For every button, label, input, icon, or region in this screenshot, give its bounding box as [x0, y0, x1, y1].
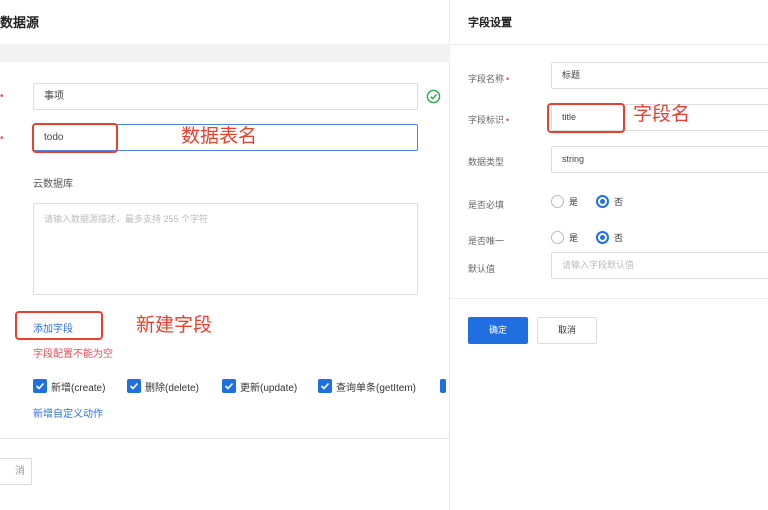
radio-yes-label: 是 — [569, 233, 579, 243]
unique-radio-group: 是 否 — [551, 231, 641, 244]
annotation-table-name: 数据表名 — [181, 126, 258, 147]
action-checkbox-create[interactable]: 新增(create) — [33, 378, 105, 394]
field-id-label: 字段标识 • — [468, 115, 510, 125]
action-checkbox-delete[interactable]: 删除(delete) — [127, 378, 199, 394]
checkbox-label: 更新(update) — [240, 382, 298, 394]
unique-label: 是否唯一 — [468, 236, 505, 246]
data-type-select[interactable]: string — [551, 146, 768, 173]
radio-no[interactable] — [596, 195, 610, 208]
annotation-field-name: 字段名 — [633, 104, 691, 125]
radio-yes[interactable] — [551, 195, 564, 208]
field-name-input[interactable]: 标题 — [551, 62, 768, 89]
checkbox-label: 新增(create) — [51, 382, 106, 394]
datasource-name-input[interactable]: 事项 — [33, 83, 418, 110]
required-star: • — [0, 91, 4, 102]
divider — [450, 298, 768, 299]
checkbox-checked-icon — [440, 379, 446, 393]
radio-no-label: 否 — [614, 233, 624, 243]
checkbox-checked-icon — [318, 379, 332, 393]
checkbox-checked-icon — [33, 379, 47, 393]
checkbox-label: 查询单条(getItem) — [336, 382, 417, 394]
annotation-new-field: 新建字段 — [136, 315, 213, 336]
checkbox-label: 删除(delete) — [145, 382, 199, 394]
required-radio-group: 是 否 — [551, 195, 641, 208]
default-value-label: 默认值 — [468, 264, 496, 274]
radio-yes[interactable] — [551, 231, 564, 244]
checkbox-checked-icon — [222, 379, 236, 393]
default-value-input[interactable]: 请输入字段默认值 — [551, 252, 768, 279]
divider — [450, 44, 768, 45]
description-placeholder: 请输入数据源描述，最多支持 255 个字符 — [44, 214, 209, 224]
field-error-message: 字段配置不能为空 — [33, 349, 113, 360]
check-circle-icon — [426, 89, 441, 104]
divider — [0, 438, 450, 439]
database-type-value: 云数据库 — [33, 179, 73, 190]
add-custom-action-link[interactable]: 新增自定义动作 — [33, 405, 103, 420]
field-name-label: 字段名称 • — [468, 74, 510, 84]
cancel-button[interactable]: 消 — [0, 458, 32, 485]
cancel-button[interactable]: 取消 — [537, 317, 597, 344]
panel-title: 字段设置 — [468, 17, 512, 29]
radio-yes-label: 是 — [569, 197, 579, 207]
required-label: 是否必填 — [468, 200, 505, 210]
action-checkbox-update[interactable]: 更新(update) — [222, 378, 297, 394]
data-type-label: 数据类型 — [468, 157, 505, 167]
description-textarea[interactable]: 请输入数据源描述，最多支持 255 个字符 — [33, 203, 418, 295]
field-settings-panel: 字段设置 字段名称 • 标题 字段标识 • title 数据类型 string 是否… — [450, 0, 768, 510]
action-checkbox-getitem[interactable]: 查询单条(getItem) — [318, 378, 416, 394]
checkbox-checked-icon — [127, 379, 141, 393]
datasource-panel: 数据源 • 事项 • todo 云数据库 请输入数据源描述，最多支持 255 个… — [0, 0, 450, 510]
confirm-button[interactable]: 确定 — [468, 317, 528, 344]
required-star: • — [0, 133, 4, 144]
annotation-box-table-name — [32, 123, 118, 153]
annotation-box-new-field — [15, 311, 103, 340]
radio-no[interactable] — [596, 231, 610, 244]
annotation-box-field-name — [547, 103, 625, 133]
radio-no-label: 否 — [614, 197, 624, 207]
panel-title: 数据源 — [0, 15, 40, 30]
action-checkbox-more[interactable] — [440, 378, 450, 394]
section-band — [0, 44, 450, 62]
